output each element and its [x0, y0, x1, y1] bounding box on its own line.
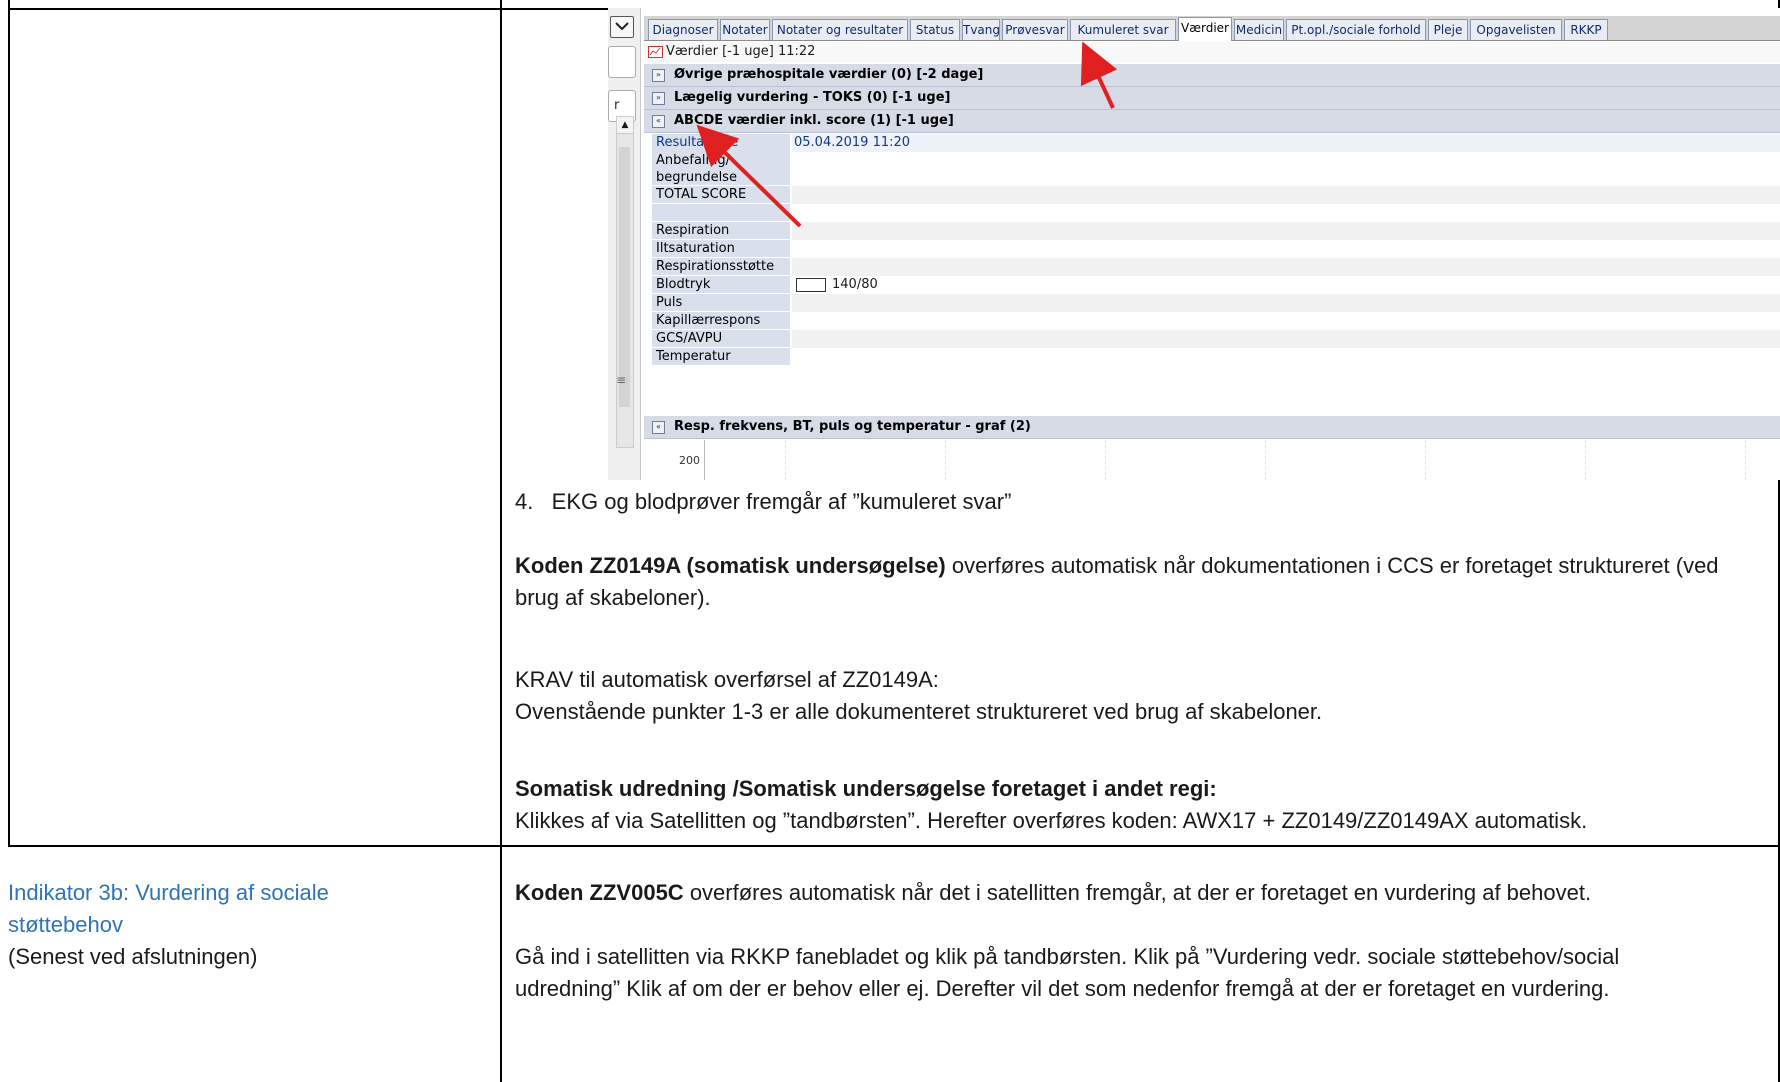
- paragraph-text: overføres automatisk når det i satellitt…: [683, 880, 1592, 905]
- table-border-left: [8, 0, 10, 845]
- krav-line-1: KRAV til automatisk overførsel af ZZ0149…: [515, 667, 939, 692]
- step-4: 4. EKG og blodprøver fremgår af ”kumuler…: [515, 486, 1765, 518]
- code-zzv005c: Koden ZZV005C: [515, 880, 684, 905]
- embedded-screenshot: r ▲ ≡ Diagnoser Notater Notater og resulta…: [608, 8, 1780, 480]
- arrow-annotation: [696, 41, 1118, 228]
- heading-text: Somatisk udredning /Somatisk undersøgels…: [515, 776, 1217, 801]
- paragraph-instructions: Gå ind i satellitten via RKKP fanebladet…: [515, 944, 1620, 1001]
- code-zz0149a: Koden ZZ0149A (somatisk undersøgelse): [515, 553, 946, 578]
- table-row-divider: [8, 845, 1780, 847]
- paragraph-zz0149a: Koden ZZ0149A (somatisk undersøgelse) ov…: [515, 550, 1765, 614]
- paragraph-zzv005c: Koden ZZV005C overføres automatisk når d…: [515, 877, 1765, 909]
- somatisk-text: Klikkes af via Satellitten og ”tandbørst…: [515, 808, 1588, 833]
- indikator-title: Indikator 3b: Vurdering af sociale støtt…: [8, 880, 329, 937]
- step-4-text: 4. EKG og blodprøver fremgår af ”kumuler…: [515, 489, 1012, 514]
- somatisk-heading: Somatisk udredning /Somatisk undersøgels…: [515, 773, 1765, 805]
- table-border-middle: [500, 0, 502, 1082]
- krav-line-2: Ovenstående punkter 1-3 er alle dokument…: [515, 699, 1323, 724]
- indikator-subtitle: (Senest ved afslutningen): [8, 944, 258, 969]
